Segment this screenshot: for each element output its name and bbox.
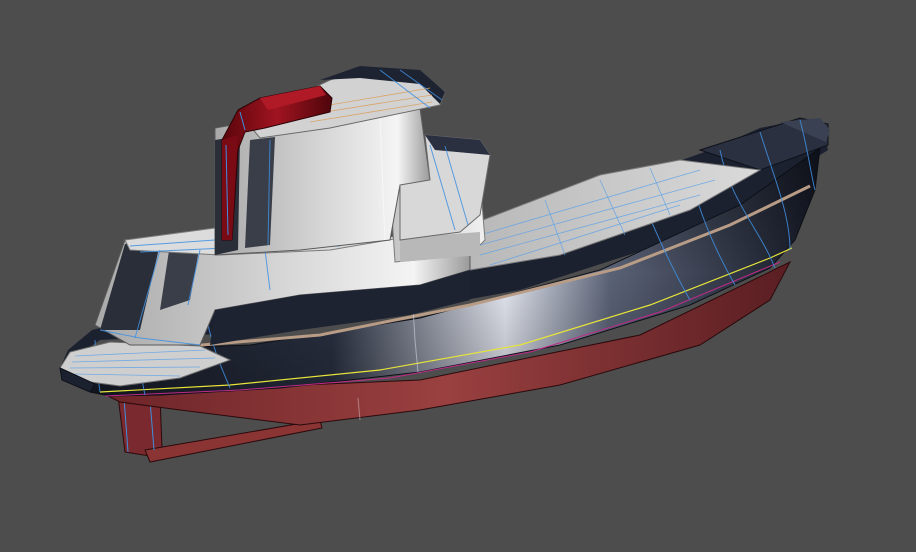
pilot-house — [214, 66, 491, 256]
boat-render — [59, 66, 830, 463]
3d-viewport[interactable] — [0, 0, 916, 552]
